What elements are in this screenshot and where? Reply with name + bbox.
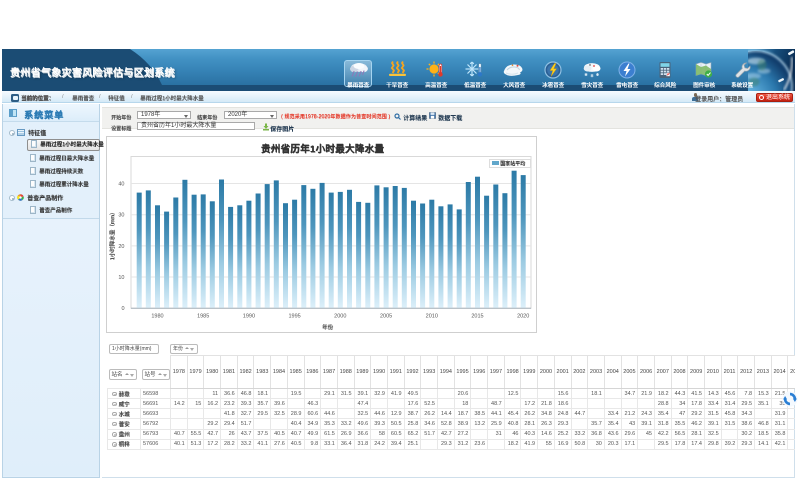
svg-text:40: 40: [118, 182, 124, 188]
svg-text:1995: 1995: [288, 314, 300, 320]
svg-text:1985: 1985: [197, 314, 209, 320]
svg-text:2005: 2005: [380, 314, 392, 320]
svg-text:0: 0: [121, 306, 124, 312]
svg-text:2020: 2020: [517, 314, 529, 320]
svg-text:30: 30: [118, 213, 124, 219]
svg-text:10: 10: [118, 275, 124, 281]
svg-text:2015: 2015: [471, 314, 483, 320]
svg-text:1980: 1980: [151, 314, 163, 320]
svg-text:2000: 2000: [334, 314, 346, 320]
svg-text:2010: 2010: [426, 314, 438, 320]
svg-text:20: 20: [118, 244, 124, 250]
svg-text:1990: 1990: [243, 314, 255, 320]
